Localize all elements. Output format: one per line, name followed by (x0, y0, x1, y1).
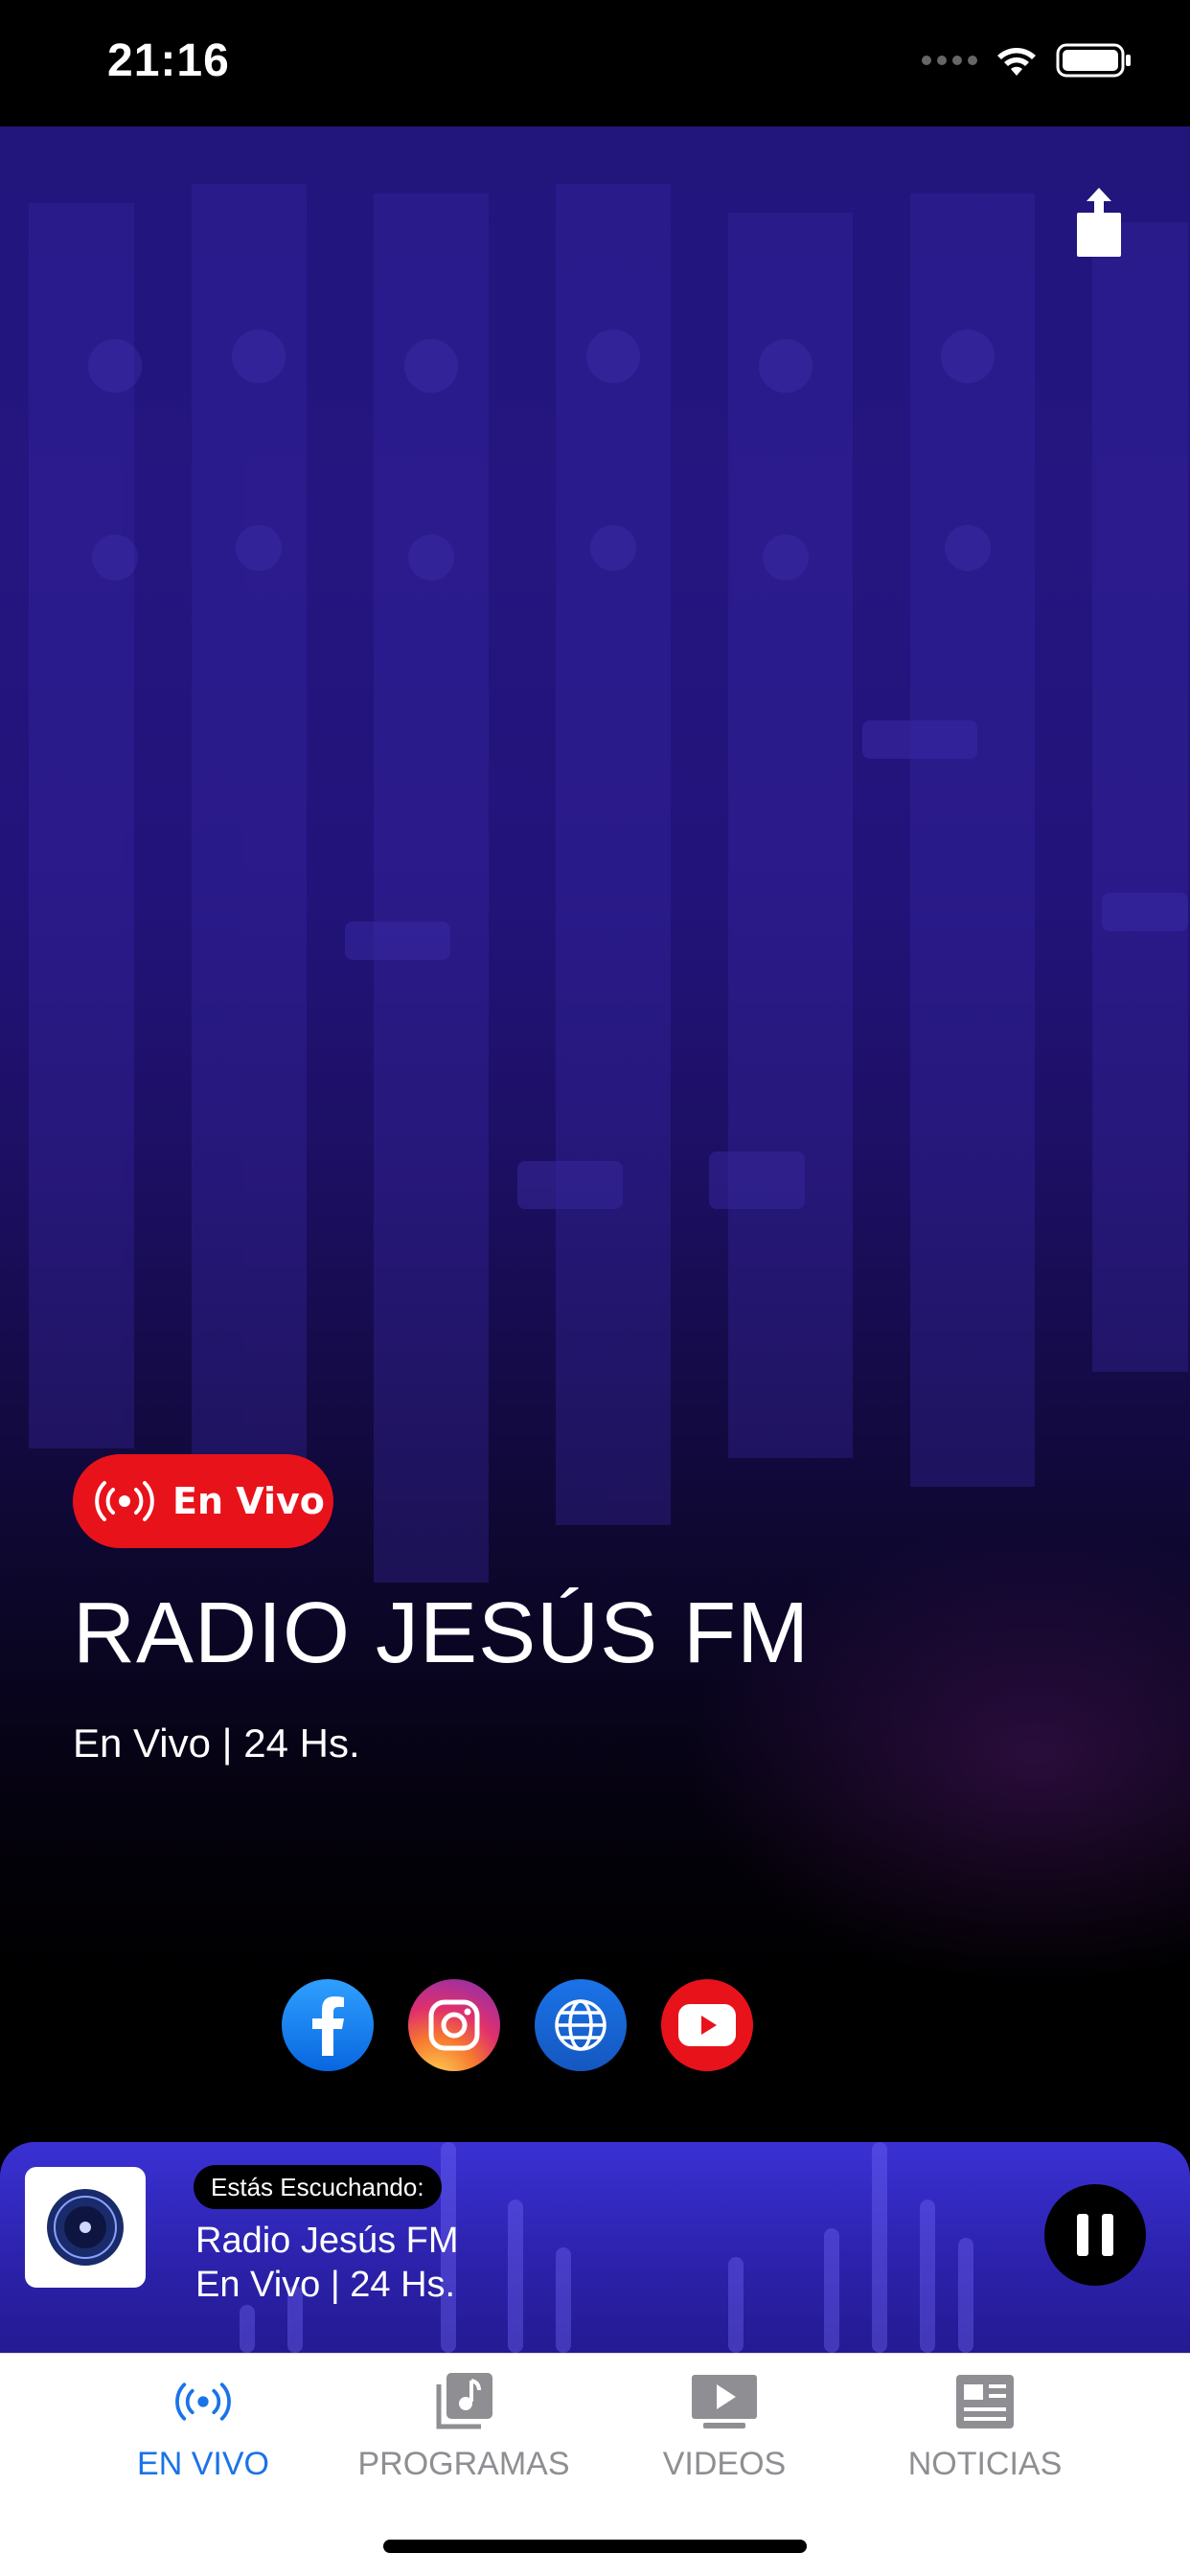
tab-label: PROGRAMAS (357, 2446, 570, 2482)
status-time: 21:16 (107, 35, 230, 86)
music-library-icon (436, 2373, 492, 2429)
tab-en-vivo[interactable]: EN VIVO (69, 2367, 337, 2483)
broadcast-icon (95, 1481, 154, 1521)
now-playing-subtitle: En Vivo | 24 Hs. (195, 2265, 456, 2305)
pause-icon (1077, 2214, 1088, 2256)
facebook-icon[interactable] (282, 1979, 374, 2071)
status-icons (922, 42, 1133, 79)
newspaper-icon (956, 2375, 1014, 2428)
cellular-icon (922, 56, 977, 65)
social-links (282, 1979, 753, 2071)
pause-button[interactable] (1044, 2184, 1146, 2286)
status-bar: 21:16 (0, 0, 1190, 126)
tab-noticias[interactable]: NOTICIAS (851, 2367, 1119, 2483)
station-title: RADIO JESÚS FM (73, 1585, 811, 1681)
hero-background: En Vivo RADIO JESÚS FM En Vivo | 24 Hs. (0, 126, 1190, 2142)
wifi-icon (997, 48, 1036, 76)
youtube-icon[interactable] (661, 1979, 753, 2071)
tab-bar: EN VIVO PROGRAMAS VIDEOS NOTICIAS (0, 2353, 1190, 2576)
tab-videos[interactable]: VIDEOS (590, 2367, 858, 2483)
now-playing-bar[interactable]: Estás Escuchando: Radio Jesús FM En Vivo… (0, 2142, 1190, 2353)
battery-icon (1056, 43, 1131, 78)
tab-label: NOTICIAS (907, 2446, 1063, 2482)
tab-label: EN VIVO (137, 2446, 269, 2482)
video-play-icon (692, 2375, 757, 2428)
live-badge-label: En Vivo (172, 1480, 325, 1522)
station-logo (25, 2167, 146, 2288)
tab-programas[interactable]: PROGRAMAS (330, 2367, 598, 2483)
instagram-icon[interactable] (408, 1979, 500, 2071)
globe-icon[interactable] (535, 1979, 627, 2071)
broadcast-icon (175, 2382, 231, 2421)
mixer-background-image (29, 184, 1188, 1583)
equalizer-background (240, 2142, 973, 2353)
live-badge: En Vivo (73, 1454, 333, 1548)
now-playing-badge: Estás Escuchando: (194, 2165, 442, 2209)
tab-label: VIDEOS (662, 2446, 787, 2482)
home-indicator (383, 2540, 807, 2553)
station-subtitle: En Vivo | 24 Hs. (73, 1721, 360, 1766)
now-playing-title: Radio Jesús FM (195, 2221, 459, 2261)
share-icon[interactable] (1065, 184, 1133, 261)
